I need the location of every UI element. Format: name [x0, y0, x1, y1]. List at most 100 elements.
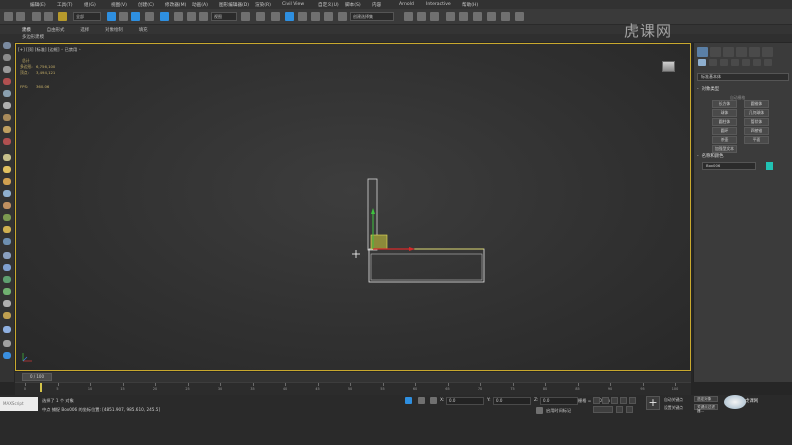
rendered-frame-icon[interactable] — [501, 12, 510, 21]
layer-explorer-icon[interactable] — [430, 12, 439, 21]
time-configuration-button[interactable] — [626, 406, 633, 413]
motion-icon[interactable] — [3, 126, 11, 133]
play-button[interactable] — [611, 397, 618, 404]
menu-item[interactable]: Civil View — [282, 2, 318, 7]
motion-panel-icon[interactable] — [736, 47, 747, 57]
go-to-start-button[interactable] — [593, 397, 600, 404]
name-color-rollout[interactable]: 名称和颜色 — [697, 153, 789, 160]
render-icon[interactable] — [3, 326, 11, 333]
snap-toggle-icon[interactable] — [285, 12, 294, 21]
menu-item[interactable]: Interactive — [426, 2, 462, 7]
schematic-view-icon[interactable] — [459, 12, 468, 21]
auto-key-button[interactable]: 自动关键点 — [664, 397, 683, 403]
edit-named-sets-icon[interactable] — [338, 12, 347, 21]
menu-item[interactable]: 渲染(R) — [255, 2, 282, 8]
render-icon[interactable] — [515, 12, 524, 21]
curve-editor-icon[interactable] — [446, 12, 455, 21]
x-coordinate-field[interactable]: 0.0 — [446, 397, 484, 405]
redo-icon[interactable] — [16, 12, 25, 21]
sphere-icon[interactable] — [3, 154, 11, 161]
window-crossing-icon[interactable] — [145, 12, 154, 21]
absolute-mode-icon[interactable] — [430, 397, 437, 404]
menu-item[interactable]: 帮助(H) — [462, 2, 489, 8]
sphere-button[interactable]: 球体 — [712, 109, 737, 117]
utilities-panel-icon[interactable] — [762, 47, 773, 57]
menu-item[interactable]: 动画(A) — [192, 2, 219, 8]
lights-category-icon[interactable] — [720, 59, 728, 66]
lock-selection-icon[interactable] — [418, 397, 425, 404]
z-coordinate-field[interactable]: 0.0 — [540, 397, 578, 405]
layer-icon[interactable] — [3, 78, 11, 85]
object-type-rollout[interactable]: 对象类型 — [697, 86, 789, 93]
textplus-button[interactable]: 加强型文本 — [712, 145, 737, 153]
rectangular-selection-icon[interactable] — [131, 12, 140, 21]
ribbon-tab-selection[interactable]: 选择 — [80, 27, 89, 33]
hierarchy-icon[interactable] — [3, 114, 11, 121]
current-frame-field[interactable] — [593, 406, 613, 413]
ribbon-tab-modeling[interactable]: 建模 — [22, 27, 31, 33]
isolate-selection-icon[interactable] — [405, 397, 412, 404]
menu-item[interactable]: 视图(V) — [111, 2, 138, 8]
undo-icon[interactable] — [4, 12, 13, 21]
menu-item[interactable]: 脚本(S) — [345, 2, 372, 8]
angle-snap-icon[interactable] — [298, 12, 307, 21]
explorer-icon[interactable] — [3, 54, 11, 61]
percent-snap-icon[interactable] — [311, 12, 320, 21]
go-to-end-button[interactable] — [629, 397, 636, 404]
key-mode-toggle[interactable] — [616, 406, 623, 413]
selected-object-dropdown[interactable]: 选定对象 — [694, 396, 718, 402]
keyboard-shortcut-icon[interactable] — [271, 12, 280, 21]
render-setup-icon[interactable] — [487, 12, 496, 21]
ribbon-tab-freeform[interactable]: 自由形式 — [47, 27, 65, 33]
spacewarps-category-icon[interactable] — [753, 59, 761, 66]
torus-icon[interactable] — [3, 226, 11, 233]
scale-icon[interactable] — [187, 12, 196, 21]
spinner-snap-icon[interactable] — [324, 12, 333, 21]
geometry-category-icon[interactable] — [698, 59, 706, 66]
modify-panel-icon[interactable] — [710, 47, 721, 57]
menu-item[interactable]: 自定义(U) — [318, 2, 345, 8]
next-frame-button[interactable] — [620, 397, 627, 404]
select-object-icon[interactable] — [107, 12, 116, 21]
top-viewport[interactable]: [+] [顶] [标准] [边框] ◦ 已禁用 ◦ 总计 多边形: 6,756,… — [15, 43, 691, 371]
systems-category-icon[interactable] — [764, 59, 772, 66]
tube-button[interactable]: 管状体 — [744, 118, 769, 126]
bind-space-warp-icon[interactable] — [58, 12, 67, 21]
maxscript-listener[interactable]: MAXScript — [0, 397, 38, 411]
menu-item[interactable]: Arnold — [399, 2, 426, 7]
add-time-tag[interactable]: 启用时间标记 — [546, 408, 571, 414]
material-icon[interactable] — [3, 312, 11, 319]
filter-icon[interactable] — [3, 102, 11, 109]
geosphere-button[interactable]: 几何球体 — [744, 109, 769, 117]
object-color-swatch[interactable] — [766, 162, 773, 170]
light-icon[interactable] — [3, 166, 11, 173]
camera-icon[interactable] — [3, 252, 11, 259]
shapes-category-icon[interactable] — [709, 59, 717, 66]
pyramid-button[interactable]: 四棱锥 — [744, 127, 769, 135]
system-icon[interactable] — [3, 276, 11, 283]
set-key-button[interactable]: 设置关键点 — [664, 405, 683, 411]
torus-button[interactable]: 圆环 — [712, 127, 737, 135]
select-manipulate-icon[interactable] — [256, 12, 265, 21]
mirror-icon[interactable] — [404, 12, 413, 21]
geometry-icon[interactable] — [3, 178, 11, 185]
box-button[interactable]: 长方体 — [712, 100, 737, 108]
rotate-icon[interactable] — [174, 12, 183, 21]
container-icon[interactable] — [3, 42, 11, 49]
shape-icon[interactable] — [3, 288, 11, 295]
move-icon[interactable] — [160, 12, 169, 21]
teapot-button[interactable]: 茶壶 — [712, 136, 737, 144]
ribbon-tab-populate[interactable]: 填充 — [139, 27, 148, 33]
menu-item[interactable]: 创建(C) — [138, 2, 165, 8]
reference-coord-dropdown[interactable]: 视图 — [211, 12, 237, 21]
utility-icon[interactable] — [3, 138, 11, 145]
viewport-icon[interactable] — [3, 340, 11, 347]
primitive-type-dropdown[interactable]: 标准基本体 — [697, 73, 789, 81]
menu-item[interactable]: 组(G) — [84, 2, 111, 8]
scene-icon[interactable] — [3, 66, 11, 73]
object-name-field[interactable]: Box006 — [702, 162, 756, 170]
plane-icon[interactable] — [3, 214, 11, 221]
link-icon[interactable] — [32, 12, 41, 21]
hierarchy-panel-icon[interactable] — [723, 47, 734, 57]
isolate-icon[interactable] — [3, 352, 11, 359]
